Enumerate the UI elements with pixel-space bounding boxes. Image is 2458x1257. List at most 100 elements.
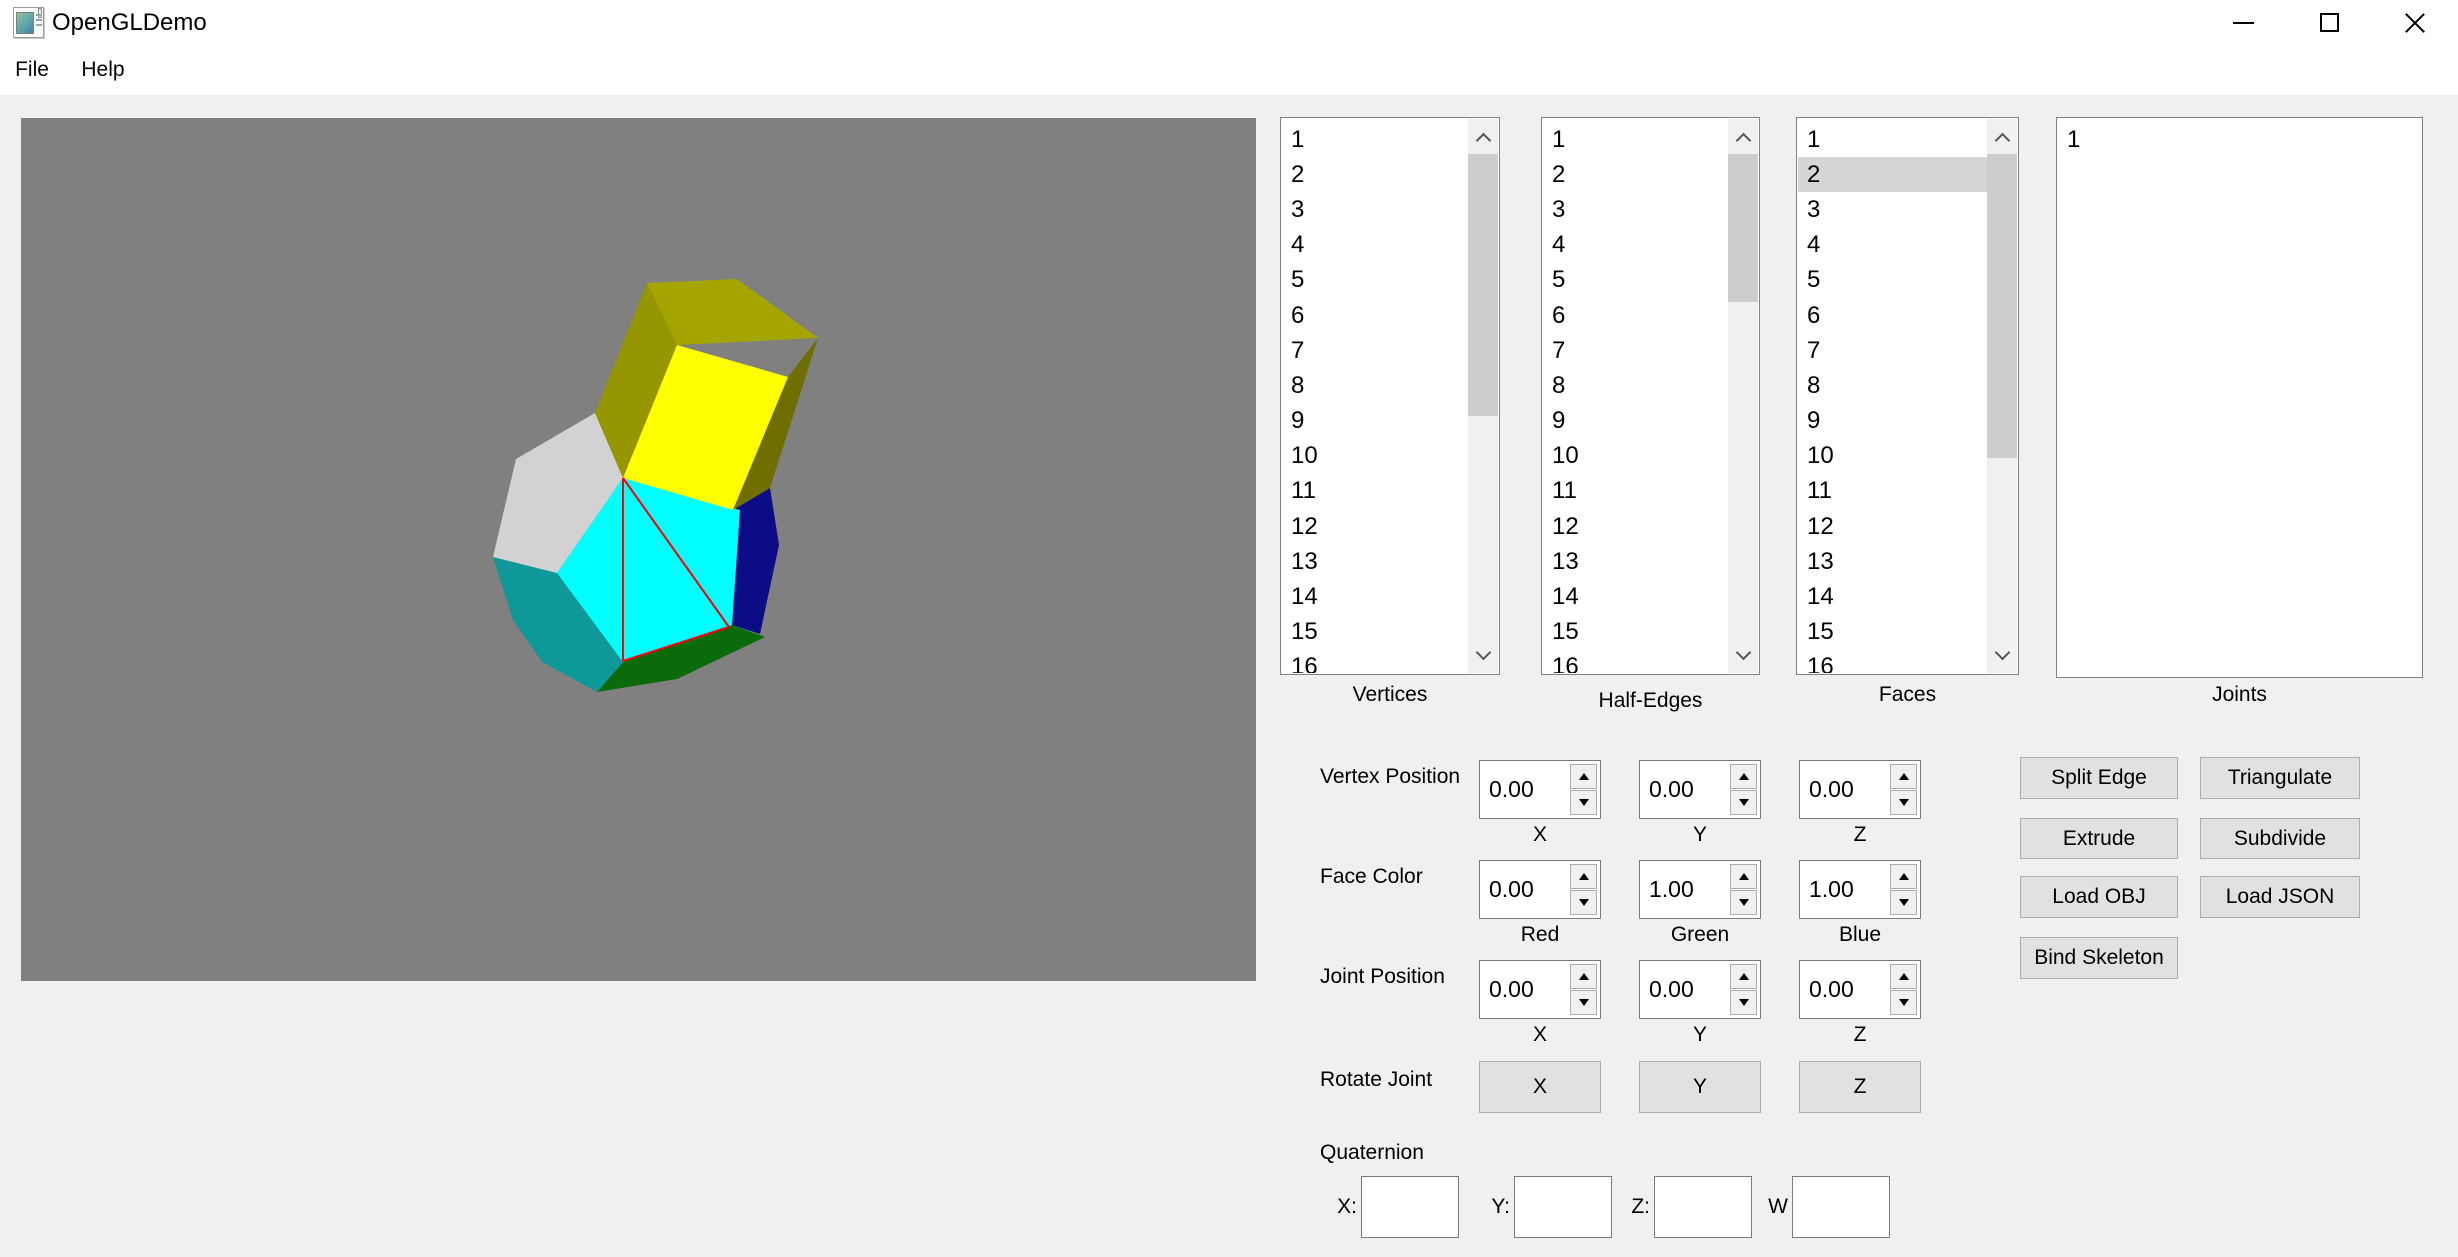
close-button[interactable] [2372,0,2458,45]
list-item[interactable]: 8 [1798,368,1987,403]
face-color-red-spinbox[interactable]: 0.00 [1479,860,1601,919]
list-item[interactable]: 4 [1282,228,1468,263]
spinner-up-button[interactable] [1730,764,1757,789]
scrollbar-thumb[interactable] [1468,154,1498,416]
list-item[interactable]: 12 [1282,509,1468,544]
load-json-button[interactable]: Load JSON [2200,876,2360,918]
list-item[interactable]: 14 [1282,579,1468,614]
vertices-listbox[interactable]: 12345678910111213141516 [1280,117,1500,675]
list-item[interactable]: 6 [1282,298,1468,333]
list-item[interactable]: 1 [2058,122,2421,157]
spinner-down-button[interactable] [1890,990,1917,1015]
list-item[interactable]: 15 [1543,615,1728,650]
list-item[interactable]: 14 [1798,579,1987,614]
spinner-up-button[interactable] [1890,964,1917,989]
mesh-face-box-top[interactable] [647,279,818,345]
spinner-down-button[interactable] [1730,790,1757,815]
list-item[interactable]: 2 [1543,157,1728,192]
list-item[interactable]: 5 [1282,263,1468,298]
faces-listbox[interactable]: 12345678910111213141516 [1796,117,2019,675]
minimize-button[interactable] [2200,0,2286,45]
list-item[interactable]: 7 [1543,333,1728,368]
face-color-blue-spinbox[interactable]: 1.00 [1799,860,1921,919]
list-item[interactable]: 7 [1282,333,1468,368]
spinner-up-button[interactable] [1890,764,1917,789]
list-item[interactable]: 13 [1543,544,1728,579]
bind-skeleton-button[interactable]: Bind Skeleton [2020,937,2178,979]
list-item[interactable]: 12 [1543,509,1728,544]
list-item[interactable]: 13 [1798,544,1987,579]
list-item[interactable]: 9 [1543,404,1728,439]
spinner-down-button[interactable] [1570,790,1597,815]
half-edges-scrollbar[interactable] [1728,119,1758,673]
list-item[interactable]: 4 [1543,228,1728,263]
quaternion-x-input[interactable] [1361,1176,1459,1238]
list-item[interactable]: 16 [1798,650,1987,673]
joint-position-y-spinbox[interactable]: 0.00 [1639,960,1761,1019]
list-item[interactable]: 2 [1798,157,1987,192]
opengl-viewport[interactable] [21,118,1256,981]
list-item[interactable]: 10 [1282,439,1468,474]
rotate-y-button[interactable]: Y [1639,1061,1761,1113]
list-item[interactable]: 11 [1543,474,1728,509]
list-item[interactable]: 1 [1282,122,1468,157]
list-item[interactable]: 11 [1798,474,1987,509]
faces-scrollbar[interactable] [1987,119,2017,673]
extrude-button[interactable]: Extrude [2020,818,2178,859]
joint-position-x-spinbox[interactable]: 0.00 [1479,960,1601,1019]
vertex-position-y-spinbox[interactable]: 0.00 [1639,760,1761,819]
joint-position-z-spinbox[interactable]: 0.00 [1799,960,1921,1019]
list-item[interactable]: 1 [1543,122,1728,157]
list-item[interactable]: 16 [1282,650,1468,673]
maximize-button[interactable] [2286,0,2372,45]
spinner-up-button[interactable] [1730,864,1757,889]
rotate-x-button[interactable]: X [1479,1061,1601,1113]
list-item[interactable]: 16 [1543,650,1728,673]
spinner-down-button[interactable] [1570,990,1597,1015]
scroll-down-button[interactable] [1987,637,2017,673]
vertices-scrollbar[interactable] [1468,119,1498,673]
scroll-up-button[interactable] [1728,119,1758,155]
menu-file[interactable]: File [10,45,54,95]
half-edges-listbox[interactable]: 12345678910111213141516 [1541,117,1760,675]
load-obj-button[interactable]: Load OBJ [2020,876,2178,918]
menu-help[interactable]: Help [72,45,134,95]
spinner-down-button[interactable] [1890,790,1917,815]
scroll-up-button[interactable] [1987,119,2017,155]
scrollbar-thumb[interactable] [1987,154,2017,458]
list-item[interactable]: 3 [1798,192,1987,227]
list-item[interactable]: 3 [1282,192,1468,227]
list-item[interactable]: 14 [1543,579,1728,614]
scroll-up-button[interactable] [1468,119,1498,155]
list-item[interactable]: 5 [1798,263,1987,298]
joints-listbox[interactable]: 1 [2056,117,2423,678]
spinner-down-button[interactable] [1570,890,1597,915]
list-item[interactable]: 7 [1798,333,1987,368]
vertex-position-x-spinbox[interactable]: 0.00 [1479,760,1601,819]
list-item[interactable]: 15 [1798,615,1987,650]
quaternion-w-input[interactable] [1792,1176,1890,1238]
list-item[interactable]: 10 [1798,439,1987,474]
spinner-up-button[interactable] [1890,864,1917,889]
list-item[interactable]: 2 [1282,157,1468,192]
list-item[interactable]: 8 [1282,368,1468,403]
scroll-down-button[interactable] [1468,637,1498,673]
face-color-green-spinbox[interactable]: 1.00 [1639,860,1761,919]
spinner-down-button[interactable] [1890,890,1917,915]
list-item[interactable]: 3 [1543,192,1728,227]
scroll-down-button[interactable] [1728,637,1758,673]
list-item[interactable]: 8 [1543,368,1728,403]
subdivide-button[interactable]: Subdivide [2200,818,2360,859]
list-item[interactable]: 5 [1543,263,1728,298]
list-item[interactable]: 13 [1282,544,1468,579]
list-item[interactable]: 10 [1543,439,1728,474]
spinner-down-button[interactable] [1730,890,1757,915]
spinner-up-button[interactable] [1570,864,1597,889]
list-item[interactable]: 4 [1798,228,1987,263]
spinner-up-button[interactable] [1570,964,1597,989]
vertex-position-z-spinbox[interactable]: 0.00 [1799,760,1921,819]
rotate-z-button[interactable]: Z [1799,1061,1921,1113]
list-item[interactable]: 12 [1798,509,1987,544]
list-item[interactable]: 11 [1282,474,1468,509]
spinner-down-button[interactable] [1730,990,1757,1015]
